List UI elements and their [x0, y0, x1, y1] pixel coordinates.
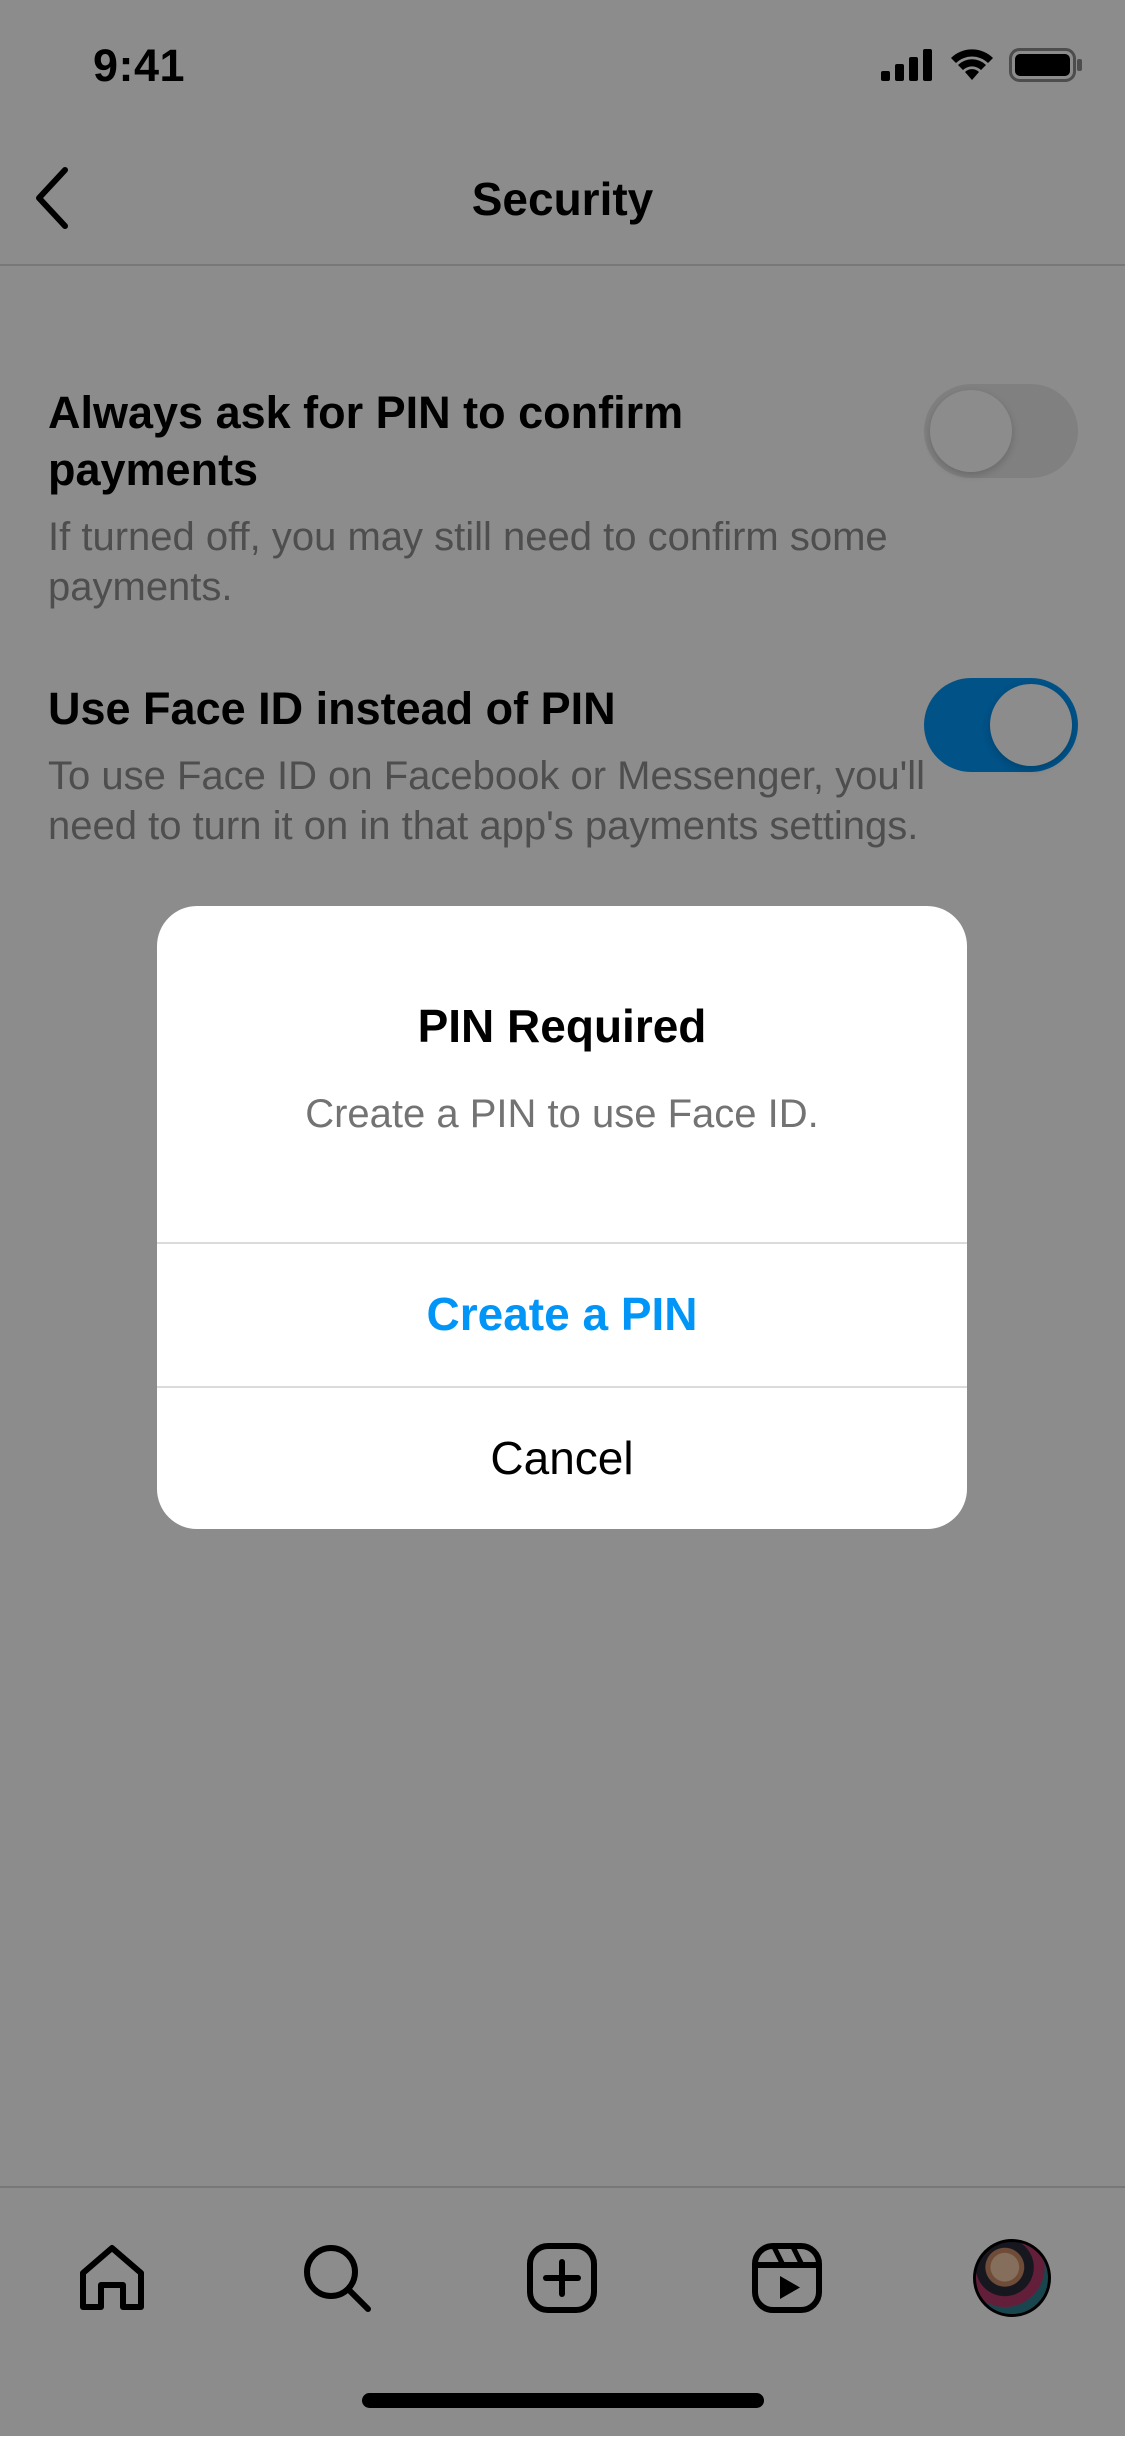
pin-required-dialog: PIN Required Create a PIN to use Face ID…: [157, 906, 967, 1529]
dialog-message: Create a PIN to use Face ID.: [305, 1092, 819, 1136]
cancel-button[interactable]: Cancel: [157, 1386, 967, 1528]
screen: 9:41 Security Always ask for PIN to conf…: [0, 0, 1125, 2438]
dialog-title: PIN Required: [417, 1000, 707, 1052]
create-pin-button[interactable]: Create a PIN: [157, 1242, 967, 1384]
